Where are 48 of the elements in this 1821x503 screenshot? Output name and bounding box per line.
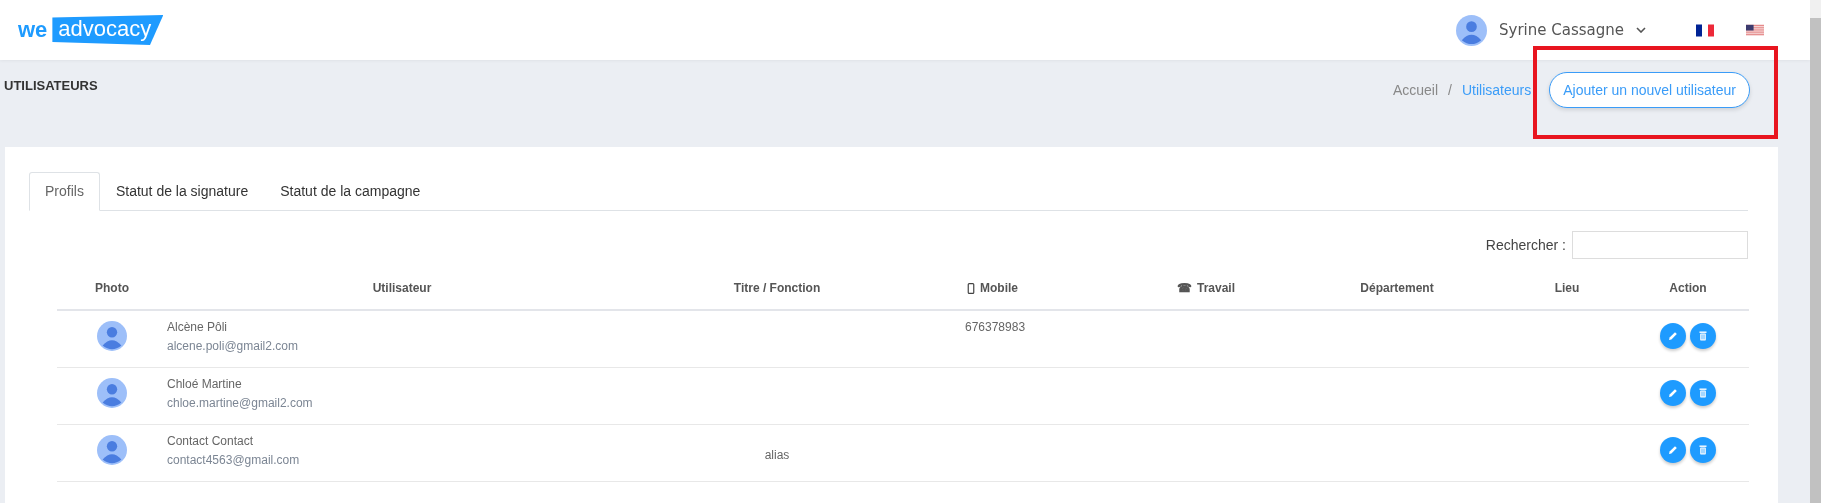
- user-name[interactable]: Syrine Cassagne: [1499, 21, 1624, 39]
- breadcrumb-item[interactable]: /: [1448, 82, 1452, 98]
- trash-icon: [1697, 444, 1709, 456]
- column-header: Travail: [1197, 281, 1236, 295]
- user-name: Contact Contact: [167, 434, 255, 448]
- breadcrumb-current: Utilisateurs: [1461, 82, 1532, 98]
- column-header: Lieu: [1554, 281, 1580, 295]
- tab[interactable]: Profils: [29, 172, 100, 211]
- edit-button[interactable]: [1660, 323, 1686, 349]
- tab[interactable]: Statut de la campagne: [264, 172, 437, 211]
- column-header: Utilisateur: [372, 281, 432, 295]
- table-cell: alias: [764, 448, 790, 462]
- chevron-down-icon[interactable]: [1636, 27, 1646, 33]
- search-label: Rechercher :: [1485, 237, 1566, 253]
- pencil-icon: [1667, 330, 1679, 342]
- column-header: Action: [1669, 281, 1707, 295]
- page-title: UTILISATEURS: [4, 78, 98, 93]
- delete-button[interactable]: [1690, 323, 1716, 349]
- avatar-icon[interactable]: [1456, 14, 1487, 46]
- pencil-icon: [1667, 387, 1679, 399]
- trash-icon: [1697, 387, 1709, 399]
- column-header: Titre / Fonction: [733, 281, 821, 295]
- trash-icon: [1697, 330, 1709, 342]
- user-email: contact4563@gmail.com: [167, 453, 301, 467]
- user-name: Chloé Martine: [167, 377, 243, 391]
- edit-button[interactable]: [1660, 437, 1686, 463]
- avatar-icon: [97, 435, 127, 465]
- avatar-icon: [97, 321, 127, 351]
- user-email: chloe.martine@gmail2.com: [167, 396, 314, 410]
- search-field[interactable]: [1572, 231, 1748, 259]
- column-header: Photo: [95, 281, 129, 295]
- tab[interactable]: Statut de la signature: [99, 172, 265, 211]
- scrollbar[interactable]: [1810, 0, 1821, 503]
- column-header: Département: [1360, 281, 1434, 295]
- delete-button[interactable]: [1690, 437, 1716, 463]
- avatar-icon: [97, 378, 127, 408]
- edit-button[interactable]: [1660, 380, 1686, 406]
- flag-icon[interactable]: [1746, 23, 1764, 37]
- flag-icon[interactable]: [1696, 23, 1714, 37]
- mobile-phone-icon: [967, 282, 975, 294]
- user-name: Alcène Pôli: [167, 320, 229, 334]
- user-email: alcene.poli@gmail2.com: [167, 339, 299, 353]
- delete-button[interactable]: [1690, 380, 1716, 406]
- telephone-icon: ☎: [1177, 281, 1192, 295]
- column-header: Mobile: [980, 281, 1018, 295]
- pencil-icon: [1667, 444, 1679, 456]
- table-cell: 676378983: [965, 320, 1026, 334]
- breadcrumb-item[interactable]: Accueil: [1392, 82, 1439, 98]
